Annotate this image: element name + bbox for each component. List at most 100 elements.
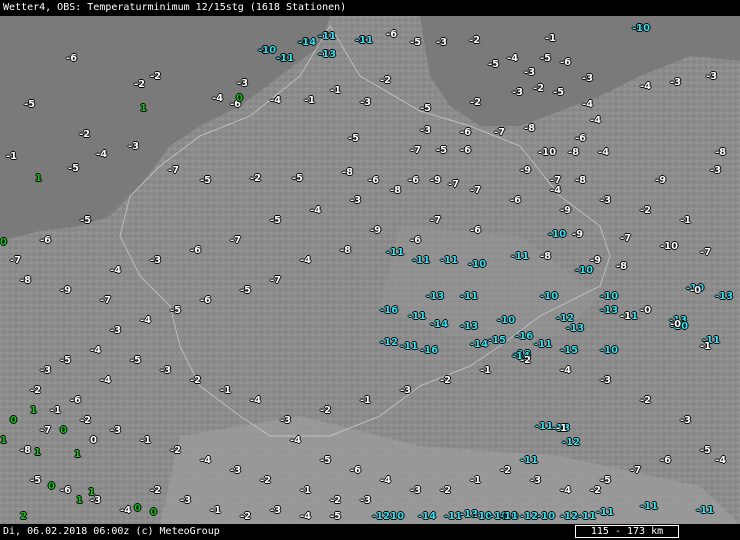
station-value: -3 — [150, 255, 162, 266]
station-value: -12 — [372, 511, 391, 522]
station-value: -6 — [368, 175, 380, 186]
station-value: -4 — [300, 255, 312, 266]
station-value: -10 — [497, 315, 516, 326]
station-value: -6 — [470, 225, 482, 236]
station-value: -11 — [640, 501, 659, 512]
station-value: -15 — [560, 345, 579, 356]
station-value: -5 — [540, 53, 552, 64]
station-value: -1 — [545, 33, 557, 44]
map-area[interactable]: -5 -3 -4 -3 -2 -3 -4 -6 -5 -3 -2 -5 -4 -5 -6 -3 -2 -3 -1 -4… — [0, 16, 740, 524]
station-value: -13 — [600, 305, 619, 316]
station-value: -11 — [386, 247, 405, 258]
station-value: -5 — [80, 215, 92, 226]
station-value: -6 — [408, 175, 420, 186]
station-value: -7 — [620, 233, 632, 244]
station-value: -1 — [330, 85, 342, 96]
station-value: -5 — [60, 355, 72, 366]
station-value: -12 — [520, 511, 539, 522]
station-value: -5 — [348, 133, 360, 144]
station-value: 1 — [0, 435, 7, 446]
station-value: -1 — [50, 405, 62, 416]
station-value: -6 — [660, 455, 672, 466]
station-value: -5 — [330, 511, 342, 522]
weather-map-window: Wetter4, OBS: Temperaturminimum 12/15stg… — [0, 0, 740, 540]
station-value: -3 — [180, 495, 192, 506]
station-value: -11 — [355, 35, 374, 46]
station-value: -11 — [318, 31, 337, 42]
station-value: -11 — [534, 339, 553, 350]
station-value: 1 — [30, 405, 37, 416]
station-value: -5 — [292, 173, 304, 184]
station-value: -4 — [100, 375, 112, 386]
station-value: -10 — [538, 147, 557, 158]
station-value: -2 — [250, 173, 262, 184]
station-value: 0 — [60, 425, 67, 436]
station-value: -11 — [500, 511, 519, 522]
station-value: -2 — [80, 415, 92, 426]
station-value: -1 — [304, 95, 316, 106]
station-value: -3 — [270, 505, 282, 516]
station-value: -13 — [318, 49, 337, 60]
station-value: -8 — [616, 261, 628, 272]
station-value: -3 — [524, 67, 536, 78]
station-value: -4 — [640, 81, 652, 92]
station-value: -2 — [640, 205, 652, 216]
station-value: 1 — [140, 103, 147, 114]
station-value: -1 — [300, 485, 312, 496]
station-value: -5 — [270, 215, 282, 226]
station-value: -12 — [380, 337, 399, 348]
station-value: -5 — [488, 59, 500, 70]
station-value: -7 — [168, 165, 180, 176]
station-value: -0 — [670, 319, 682, 330]
station-value: -5 — [600, 475, 612, 486]
station-value: -2 — [520, 355, 532, 366]
station-value: -11 — [276, 53, 295, 64]
station-value: -7 — [100, 295, 112, 306]
station-value: -5 — [200, 175, 212, 186]
station-value: -3 — [128, 141, 140, 152]
station-value: -5 — [320, 455, 332, 466]
station-value: -5 — [240, 285, 252, 296]
station-value: -7 — [230, 235, 242, 246]
station-value: -3 — [40, 365, 52, 376]
station-value: -10 — [468, 259, 487, 270]
station-value: -7 — [430, 215, 442, 226]
station-value: -3 — [230, 465, 242, 476]
station-value: -5 — [30, 475, 42, 486]
station-value: -1 — [620, 311, 632, 322]
station-value: -3 — [237, 78, 249, 89]
station-value: -3 — [670, 77, 682, 88]
station-value: -5 — [700, 445, 712, 456]
station-value: -1 — [210, 505, 222, 516]
station-value: -4 — [110, 265, 122, 276]
station-value: -2 — [320, 405, 332, 416]
station-value: -4 — [507, 53, 519, 64]
station-value: -6 — [350, 465, 362, 476]
station-value: -2 — [590, 485, 602, 496]
station-value: -11 — [511, 251, 530, 262]
station-value: -2 — [260, 475, 272, 486]
station-value: -12 — [560, 511, 579, 522]
station-value: -8 — [524, 123, 536, 134]
station-value: -5 — [68, 163, 80, 174]
station-value: -0 — [690, 285, 702, 296]
station-value: -7 — [448, 179, 460, 190]
station-value: -7 — [10, 255, 22, 266]
station-value: -2 — [533, 83, 545, 94]
station-value: 0 — [48, 481, 55, 492]
station-value: -4 — [310, 205, 322, 216]
station-value: -9 — [560, 205, 572, 216]
station-value: -3 — [436, 37, 448, 48]
station-value: -3 — [706, 71, 718, 82]
station-value: -1 — [360, 395, 372, 406]
station-value: -3 — [600, 195, 612, 206]
station-value: -2 — [470, 97, 482, 108]
station-value: -4 — [290, 435, 302, 446]
station-value: 0 — [90, 435, 97, 446]
station-value: -7 — [270, 275, 282, 286]
station-value: -3 — [710, 165, 722, 176]
station-value: -8 — [20, 445, 32, 456]
station-value: -13 — [460, 321, 479, 332]
station-value: -11 — [535, 421, 554, 432]
map-title: Wetter4, OBS: Temperaturminimum 12/15stg… — [0, 0, 350, 16]
